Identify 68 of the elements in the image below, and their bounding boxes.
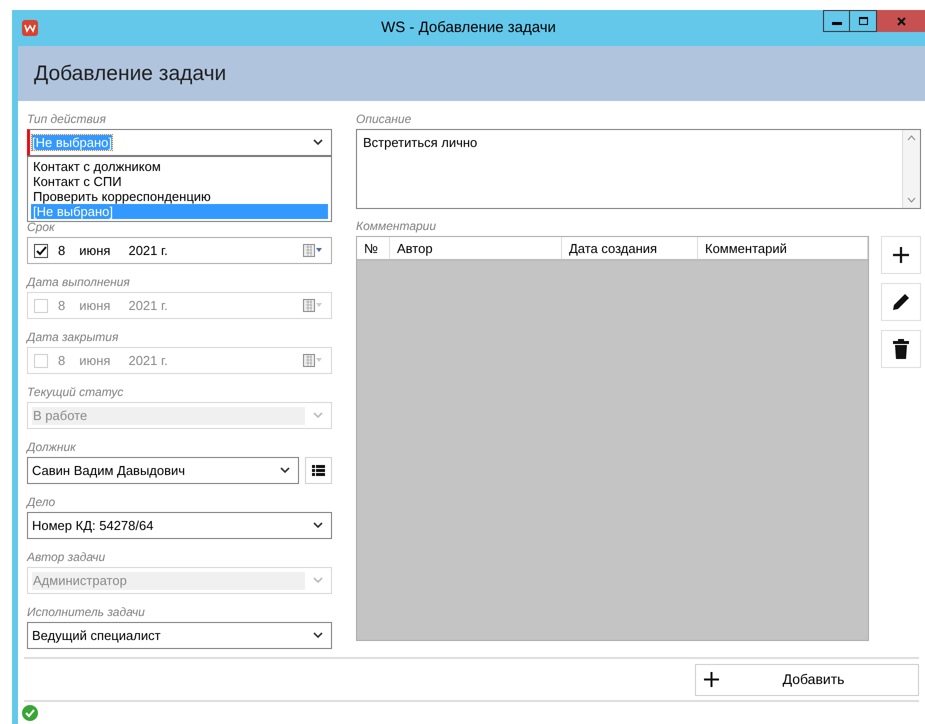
date-year: 2021 г. <box>128 242 168 260</box>
dropdown-option[interactable]: Контакт с должником <box>31 159 328 174</box>
field-label: Описание <box>356 112 412 127</box>
date-day: 8 <box>58 350 66 370</box>
field-value: Администратор <box>32 572 305 590</box>
field-label: Исполнитель задачи <box>27 605 146 620</box>
chevron-down-icon <box>313 139 323 146</box>
plus-icon <box>892 246 910 264</box>
comment-action-button[interactable] <box>881 236 921 274</box>
field-label: Комментарии <box>356 219 438 234</box>
field-label: Автор задачи <box>27 550 106 565</box>
column-header[interactable]: Дата создания <box>562 237 698 259</box>
chevron-down-icon <box>280 467 290 474</box>
field-label: Дата выполнения <box>27 275 131 290</box>
field-label: Должник <box>27 440 77 455</box>
dropdown-field[interactable]: Савин Вадим Давыдович <box>27 457 299 484</box>
field-value: Савин Вадим Давыдович <box>32 462 186 480</box>
scrollbar[interactable] <box>902 130 920 208</box>
scroll-down-icon[interactable] <box>907 197 916 203</box>
chevron-down-icon <box>313 412 323 419</box>
dropdown-field[interactable]: Номер КД: 54278/64 <box>27 512 332 539</box>
app-icon <box>22 20 38 36</box>
list-button[interactable] <box>305 457 332 484</box>
column-header[interactable]: № <box>357 237 390 259</box>
list-icon <box>312 465 325 476</box>
date-year: 2021 г. <box>128 352 168 370</box>
field-label: Дата закрытия <box>27 330 120 345</box>
dropdown-option[interactable]: Проверить корреспонденцию <box>31 189 328 204</box>
dropdown-field[interactable]: Ведущий специалист <box>27 622 332 649</box>
calendar-icon[interactable] <box>303 244 323 257</box>
date-field[interactable]: 8 июня 2021 г. <box>27 237 332 264</box>
field-label: Срок <box>27 220 56 235</box>
close-icon <box>896 16 906 26</box>
page-heading: Добавление задачи <box>34 60 226 87</box>
date-month: июня <box>79 242 110 260</box>
field-value: Встретиться лично <box>362 134 478 152</box>
pencil-icon <box>891 292 911 312</box>
field-label: Тип действия <box>27 112 107 127</box>
date-day: 8 <box>58 296 66 316</box>
comment-action-button[interactable] <box>881 330 921 368</box>
dropdown-option[interactable]: Контакт с СПИ <box>31 174 328 189</box>
scroll-up-icon[interactable] <box>907 135 916 141</box>
window-title: WS - Добавление задачи <box>380 18 557 38</box>
close-button[interactable] <box>877 10 925 32</box>
comment-action-button[interactable] <box>881 283 921 321</box>
date-month: июня <box>79 296 110 315</box>
field-value: В работе <box>32 406 305 424</box>
minimize-button[interactable] <box>823 10 850 32</box>
field-value: Ведущий специалист <box>32 626 162 644</box>
description-field[interactable]: Встретиться лично <box>356 129 921 209</box>
check-circle-icon <box>22 705 38 721</box>
column-header[interactable]: Автор <box>390 237 562 259</box>
column-header[interactable]: Комментарий <box>698 237 868 259</box>
chevron-down-icon <box>313 522 323 529</box>
plus-icon <box>704 672 719 687</box>
date-month: июня <box>79 352 110 370</box>
date-day: 8 <box>58 240 66 260</box>
chevron-down-icon <box>313 577 323 584</box>
field-value: [Не выбрано] <box>32 134 114 152</box>
checkbox[interactable] <box>34 244 48 258</box>
field-label: Дело <box>27 495 56 510</box>
add-button[interactable]: Добавить <box>695 664 919 696</box>
maximize-button[interactable] <box>850 10 877 32</box>
chevron-down-icon <box>313 632 323 639</box>
trash-icon <box>893 339 909 359</box>
field-value: Номер КД: 54278/64 <box>32 516 154 534</box>
field-label: Текущий статус <box>27 385 124 400</box>
date-year: 2021 г. <box>128 296 168 315</box>
